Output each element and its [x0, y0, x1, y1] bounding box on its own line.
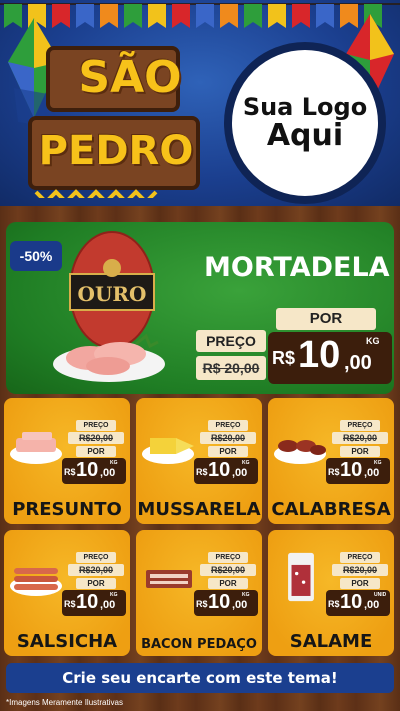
discount-badge: -50% [10, 241, 62, 271]
product-name: SALSICHA [16, 631, 118, 652]
product-name: MUSSARELA [137, 499, 261, 520]
cta-button[interactable]: Crie seu encarte com este tema! [6, 663, 394, 693]
currency: R$ [64, 467, 76, 477]
por-label: POR [208, 446, 248, 457]
currency: R$ [328, 599, 340, 609]
product-price-tag: PREÇO R$20,00 POR R$ 10,00 KG [62, 552, 126, 616]
title-line2: PEDRO [38, 128, 194, 174]
product-image [142, 438, 194, 464]
price-decimal: ,00 [232, 599, 248, 611]
logo-text-1: Sua Logo [242, 92, 368, 121]
por-label: POR [76, 446, 116, 457]
product-card[interactable]: PREÇO R$20,00 POR R$ 10,00 KG CALABRESA [268, 398, 394, 524]
new-price-box: R$ 10,00 KG [194, 590, 258, 616]
price-label: PREÇO [208, 420, 248, 431]
new-price-box: R$ 10,00 KG [326, 458, 390, 484]
price-label: PREÇO [76, 420, 116, 431]
product-price-tag: PREÇO R$20,00 POR R$ 10,00 KG [326, 420, 390, 484]
sliced-mortadela-image [53, 333, 165, 382]
product-card[interactable]: PREÇO R$20,00 POR R$ 10,00 KG SALSICHA [4, 530, 130, 656]
por-label: POR [340, 578, 380, 589]
old-price: R$20,00 [332, 564, 388, 576]
price-decimal: ,00 [364, 467, 380, 479]
title-line1: SÃO [78, 52, 182, 103]
old-price: R$20,00 [200, 564, 256, 576]
new-price-box: R$ 10,00 KG [194, 458, 258, 484]
price-unit: KG [242, 460, 250, 466]
price-decimal: ,00 [100, 467, 116, 479]
price-unit: KG [374, 460, 382, 466]
new-price-box: R$ 10,00 KG [62, 458, 126, 484]
price-unit: UNID [374, 592, 387, 598]
por-label: POR [76, 578, 116, 589]
price-unit: KG [110, 460, 118, 466]
old-price: R$20,00 [332, 432, 388, 444]
price-unit: KG [242, 592, 250, 598]
price-label: PREÇO [340, 552, 380, 563]
currency: R$ [64, 599, 76, 609]
price-label: PREÇO [340, 420, 380, 431]
por-label: POR [208, 578, 248, 589]
brand-text: OURO [77, 282, 147, 306]
product-image [146, 570, 192, 588]
product-card[interactable]: PREÇO R$20,00 POR R$ 10,00 KG PRESUNTO [4, 398, 130, 524]
currency: R$ [196, 599, 208, 609]
price-integer: 10 [208, 459, 231, 481]
footnote: *Imagens Meramente Ilustrativas [6, 698, 123, 707]
new-price-box: R$ 10,00 KG [62, 590, 126, 616]
product-image [10, 432, 62, 464]
price-label: PREÇO [196, 330, 266, 352]
price-decimal: ,00 [100, 599, 116, 611]
price-integer: 10 [340, 459, 363, 481]
product-card[interactable]: PREÇO R$20,00 POR R$ 10,00 UNID SALAME [268, 530, 394, 656]
product-price-tag: PREÇO R$20,00 POR R$ 10,00 KG [62, 420, 126, 484]
product-card[interactable]: PREÇO R$20,00 POR R$ 10,00 KG BACON PEDAÇO [136, 530, 262, 656]
new-price-box: R$ 10,00 UNID [326, 590, 390, 616]
product-card[interactable]: PREÇO R$20,00 POR R$ 10,00 KG MUSSARELA [136, 398, 262, 524]
price-label: PREÇO [208, 552, 248, 563]
por-label: POR [340, 446, 380, 457]
product-name: BACON PEDAÇO [141, 637, 257, 652]
product-image [288, 552, 314, 602]
logo-text-2: Aqui [266, 117, 344, 153]
old-price: R$20,00 [200, 432, 256, 444]
logo-placeholder: Sua Logo Aqui [224, 42, 386, 204]
currency: R$ [196, 467, 208, 477]
price-integer: 10 [76, 459, 99, 481]
price-decimal: ,00 [232, 467, 248, 479]
price-integer: 10 [340, 591, 363, 613]
price-label: PREÇO [76, 552, 116, 563]
product-name: SALAME [289, 631, 373, 652]
price-unit: KG [110, 592, 118, 598]
new-price-box: R$ 10 ,00 KG [268, 332, 392, 384]
product-price-tag: PREÇO R$20,00 POR R$ 10,00 KG [194, 420, 258, 484]
price-integer: 10 [208, 591, 231, 613]
product-image [274, 440, 326, 464]
price-integer: 10 [298, 334, 341, 376]
featured-price-tag: PREÇO R$ 20,00 POR R$ 10 ,00 KG [196, 308, 394, 386]
old-price: R$20,00 [68, 564, 124, 576]
featured-product-name: MORTADELA [204, 252, 390, 283]
price-integer: 10 [76, 591, 99, 613]
header-banner: SÃO PEDRO Sua Logo Aqui [0, 0, 400, 206]
product-name: CALABRESA [271, 499, 391, 520]
product-name: PRESUNTO [12, 499, 122, 520]
old-price: R$ 20,00 [196, 356, 266, 380]
por-label: POR [276, 308, 376, 330]
price-unit: KG [366, 336, 380, 346]
currency: R$ [272, 348, 296, 368]
currency: R$ [328, 467, 340, 477]
price-decimal: ,00 [364, 599, 380, 611]
old-price: R$20,00 [68, 432, 124, 444]
product-price-tag: PREÇO R$20,00 POR R$ 10,00 UNID [326, 552, 390, 616]
product-image [10, 568, 62, 596]
product-price-tag: PREÇO R$20,00 POR R$ 10,00 KG [194, 552, 258, 616]
price-decimal: ,00 [344, 352, 372, 374]
